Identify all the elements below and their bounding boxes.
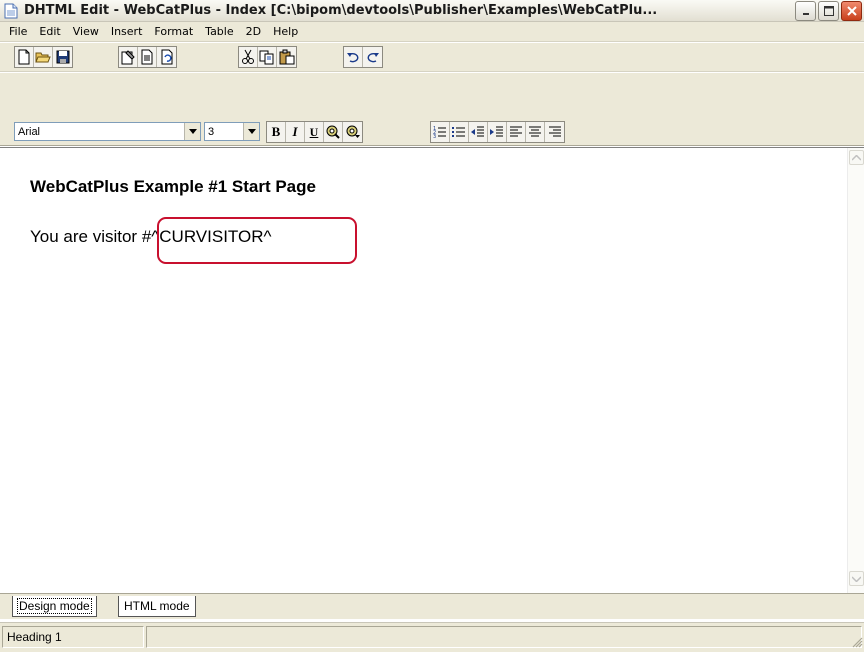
paragraph-group: 123 xyxy=(430,121,565,143)
document-heading[interactable]: WebCatPlus Example #1 Start Page xyxy=(30,177,316,197)
scroll-down-icon[interactable] xyxy=(849,571,864,586)
align-center-icon[interactable] xyxy=(526,122,545,142)
align-right-icon[interactable] xyxy=(545,122,564,142)
font-name-value: Arial xyxy=(18,125,41,138)
undo-icon[interactable] xyxy=(344,47,363,67)
document-icon[interactable] xyxy=(4,3,18,19)
save-disk-icon[interactable] xyxy=(53,47,72,67)
file-button-group xyxy=(14,46,73,68)
status-secondary-pane xyxy=(146,626,862,648)
minimize-icon[interactable] xyxy=(795,1,816,21)
font-name-select[interactable]: Arial xyxy=(14,122,201,141)
menu-help[interactable]: Help xyxy=(267,25,304,38)
status-bar: Heading 1 xyxy=(0,622,864,652)
bold-icon[interactable]: B xyxy=(267,122,286,142)
editor-area[interactable]: WebCatPlus Example #1 Start Page You are… xyxy=(0,147,864,593)
tab-html-label: HTML mode xyxy=(124,599,190,613)
menu-edit[interactable]: Edit xyxy=(33,25,66,38)
annotation-highlight xyxy=(157,217,357,264)
bulleted-list-icon[interactable] xyxy=(450,122,469,142)
new-document-icon[interactable] xyxy=(15,47,34,67)
maximize-icon[interactable] xyxy=(818,1,839,21)
chevron-down-icon[interactable] xyxy=(184,123,200,140)
text-color-icon[interactable] xyxy=(324,122,343,142)
align-left-icon[interactable] xyxy=(507,122,526,142)
menu-insert[interactable]: Insert xyxy=(105,25,149,38)
cut-icon[interactable] xyxy=(239,47,258,67)
mode-tabs: Design mode HTML mode xyxy=(0,593,864,619)
visitor-text: You are visitor xyxy=(30,227,138,246)
menu-view[interactable]: View xyxy=(67,25,105,38)
history-button-group xyxy=(343,46,383,68)
copy-icon[interactable] xyxy=(258,47,277,67)
vertical-scrollbar[interactable] xyxy=(847,148,864,593)
resize-grip-icon[interactable] xyxy=(851,636,863,651)
underline-label: U xyxy=(309,124,319,139)
svg-text:3: 3 xyxy=(433,134,436,139)
font-size-select[interactable]: 3 xyxy=(204,122,260,141)
title-bar: DHTML Edit - WebCatPlus - Index [C:\bipo… xyxy=(0,0,864,22)
menu-format[interactable]: Format xyxy=(148,25,199,38)
page-button-group xyxy=(118,46,177,68)
tab-design-mode[interactable]: Design mode xyxy=(12,596,97,617)
page-icon[interactable] xyxy=(138,47,157,67)
text-style-group: B I U xyxy=(266,121,363,143)
properties-icon[interactable] xyxy=(119,47,138,67)
menu-2d[interactable]: 2D xyxy=(240,25,267,38)
underline-icon[interactable]: U xyxy=(305,122,324,142)
menu-bar: File Edit View Insert Format Table 2D He… xyxy=(0,22,864,42)
paste-icon[interactable] xyxy=(277,47,296,67)
close-icon[interactable] xyxy=(841,1,862,21)
highlight-color-icon[interactable] xyxy=(343,122,362,142)
window-title: DHTML Edit - WebCatPlus - Index [C:\bipo… xyxy=(24,3,658,18)
window-controls xyxy=(795,1,862,21)
refresh-icon[interactable] xyxy=(157,47,176,67)
numbered-list-icon[interactable]: 123 xyxy=(431,122,450,142)
status-style-label: Heading 1 xyxy=(7,630,62,644)
tab-design-label: Design mode xyxy=(17,598,92,614)
status-style-pane: Heading 1 xyxy=(2,626,144,648)
indent-icon[interactable] xyxy=(488,122,507,142)
bold-label: B xyxy=(271,124,281,139)
italic-label: I xyxy=(292,124,298,139)
toolbar-spacer xyxy=(0,73,864,116)
menu-file[interactable]: File xyxy=(3,25,33,38)
outdent-icon[interactable] xyxy=(469,122,488,142)
scroll-up-icon[interactable] xyxy=(849,150,864,165)
open-folder-icon[interactable] xyxy=(34,47,53,67)
redo-icon[interactable] xyxy=(363,47,382,67)
clipboard-button-group xyxy=(238,46,297,68)
italic-icon[interactable]: I xyxy=(286,122,305,142)
standard-toolbar xyxy=(0,43,864,72)
tab-html-mode[interactable]: HTML mode xyxy=(118,596,196,617)
menu-table[interactable]: Table xyxy=(199,25,239,38)
chevron-down-icon[interactable] xyxy=(243,123,259,140)
font-size-value: 3 xyxy=(208,125,215,138)
